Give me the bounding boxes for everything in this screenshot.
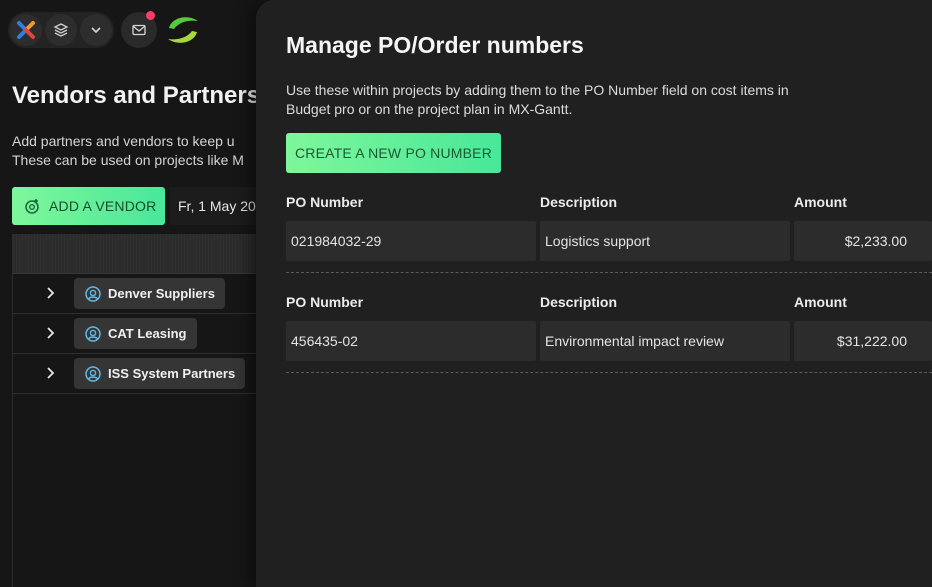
vendor-chip[interactable]: Denver Suppliers — [74, 278, 225, 309]
dropdown-button[interactable] — [80, 14, 112, 46]
mail-icon — [132, 24, 146, 36]
panel-title: Manage PO/Order numbers — [286, 32, 584, 58]
description-field[interactable]: Logistics support — [540, 221, 790, 261]
create-po-number-label: CREATE A NEW PO NUMBER — [294, 145, 493, 161]
description-header: Description — [540, 294, 618, 310]
vendor-row[interactable]: Denver Suppliers — [13, 274, 256, 314]
app-logo-button[interactable] — [10, 14, 42, 46]
po-entry-header: PO Number Description Amount — [286, 194, 932, 214]
vendor-row[interactable]: CAT Leasing — [13, 314, 256, 354]
chevron-down-icon — [91, 27, 101, 34]
chevron-right-icon[interactable] — [43, 326, 57, 340]
po-number-header: PO Number — [286, 294, 364, 310]
po-number-field[interactable]: 456435-02 — [286, 321, 536, 361]
chevron-right-icon[interactable] — [43, 286, 57, 300]
po-numbers-panel: Manage PO/Order numbers Use these within… — [256, 0, 932, 587]
vendor-table: Denver Suppliers CAT Leasing ISS System … — [12, 234, 256, 587]
vendor-icon — [85, 325, 101, 342]
notification-dot — [146, 11, 155, 20]
po-entry-fields: 456435-02 Environmental impact review $3… — [286, 321, 932, 361]
add-vendor-icon — [25, 199, 39, 214]
entry-divider — [286, 272, 932, 273]
date-selector[interactable]: Fr, 1 May 202 — [170, 187, 260, 225]
vendor-chip[interactable]: ISS System Partners — [74, 358, 246, 389]
vendor-icon — [85, 365, 101, 382]
vendor-table-header — [13, 234, 256, 274]
amount-field[interactable]: $31,222.00 — [794, 321, 932, 361]
page-title: Vendors and Partners — [12, 82, 261, 109]
date-label: Fr, 1 May 202 — [178, 198, 260, 214]
page-description: Add partners and vendors to keep u These… — [12, 132, 272, 170]
vendor-name: Denver Suppliers — [108, 286, 215, 301]
amount-field[interactable]: $2,233.00 — [794, 221, 932, 261]
chevron-right-icon[interactable] — [43, 366, 57, 380]
layers-icon — [53, 23, 69, 37]
amount-header: Amount — [794, 294, 847, 310]
po-number-header: PO Number — [286, 194, 364, 210]
vendor-row[interactable]: ISS System Partners — [13, 354, 256, 394]
vendor-name: ISS System Partners — [108, 366, 236, 381]
description-field[interactable]: Environmental impact review — [540, 321, 790, 361]
vendor-icon — [85, 285, 101, 302]
page-description-line-2: These can be used on projects like M — [12, 152, 244, 168]
po-entry: PO Number Description Amount 456435-02 E… — [286, 294, 932, 361]
app-switcher — [8, 12, 114, 48]
add-vendor-button[interactable]: ADD A VENDOR — [12, 187, 165, 225]
layers-button[interactable] — [45, 14, 77, 46]
description-header: Description — [540, 194, 618, 210]
po-number-field[interactable]: 021984032-29 — [286, 221, 536, 261]
po-entry-fields: 021984032-29 Logistics support $2,233.00 — [286, 221, 932, 261]
po-entry-header: PO Number Description Amount — [286, 294, 932, 314]
amount-header: Amount — [794, 194, 847, 210]
vendor-name: CAT Leasing — [108, 326, 187, 341]
create-po-number-button[interactable]: CREATE A NEW PO NUMBER — [286, 133, 501, 173]
brand-logo-icon — [168, 17, 198, 43]
panel-description: Use these within projects by adding them… — [286, 82, 789, 117]
add-vendor-label: ADD A VENDOR — [49, 198, 157, 214]
entry-divider — [286, 372, 932, 373]
po-entry: PO Number Description Amount 021984032-2… — [286, 194, 932, 261]
vendor-chip[interactable]: CAT Leasing — [74, 318, 197, 349]
page-description-line-1: Add partners and vendors to keep u — [12, 133, 235, 149]
app-logo-icon — [17, 21, 35, 39]
